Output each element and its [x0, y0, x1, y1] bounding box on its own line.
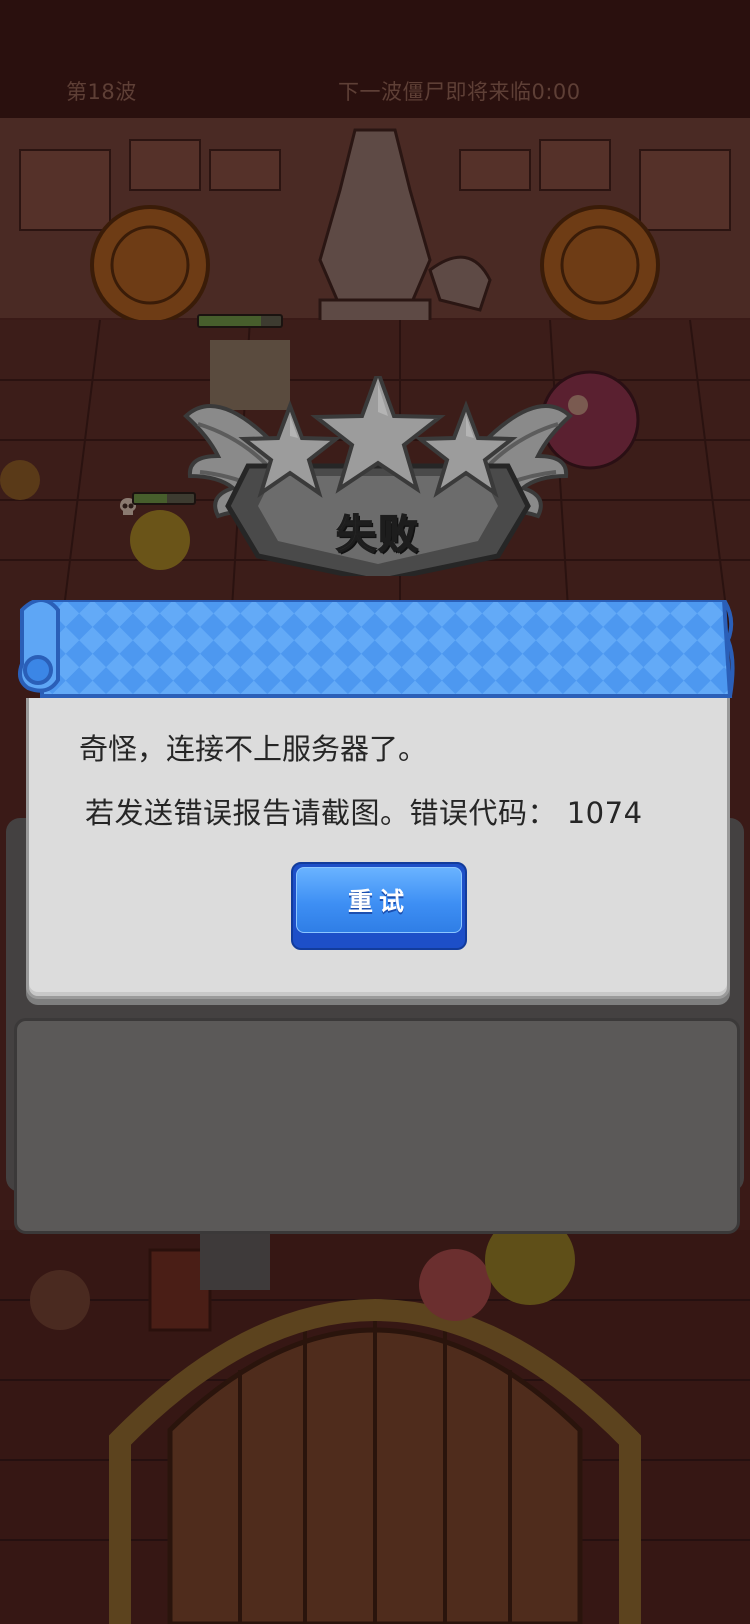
- retry-button-label: 重试: [347, 887, 410, 916]
- result-title: 失败: [335, 511, 420, 559]
- defeat-badge: 失败: [178, 366, 578, 584]
- wave-counter: 第18波: [66, 80, 137, 104]
- dialog-ribbon-header: [12, 598, 737, 704]
- enemy-health-bar: [197, 314, 283, 328]
- next-wave-countdown: 下一波僵尸即将来临0:00: [338, 80, 581, 104]
- error-message: 奇怪，连接不上服务器了。: [79, 732, 428, 766]
- retry-button[interactable]: 重试: [291, 862, 467, 950]
- lower-empty-panel: [14, 1018, 740, 1234]
- error-dialog: 奇怪，连接不上服务器了。 若发送错误报告请截图。错误代码： 1074 重试: [26, 698, 730, 999]
- error-code-message: 若发送错误报告请截图。错误代码： 1074: [85, 796, 643, 830]
